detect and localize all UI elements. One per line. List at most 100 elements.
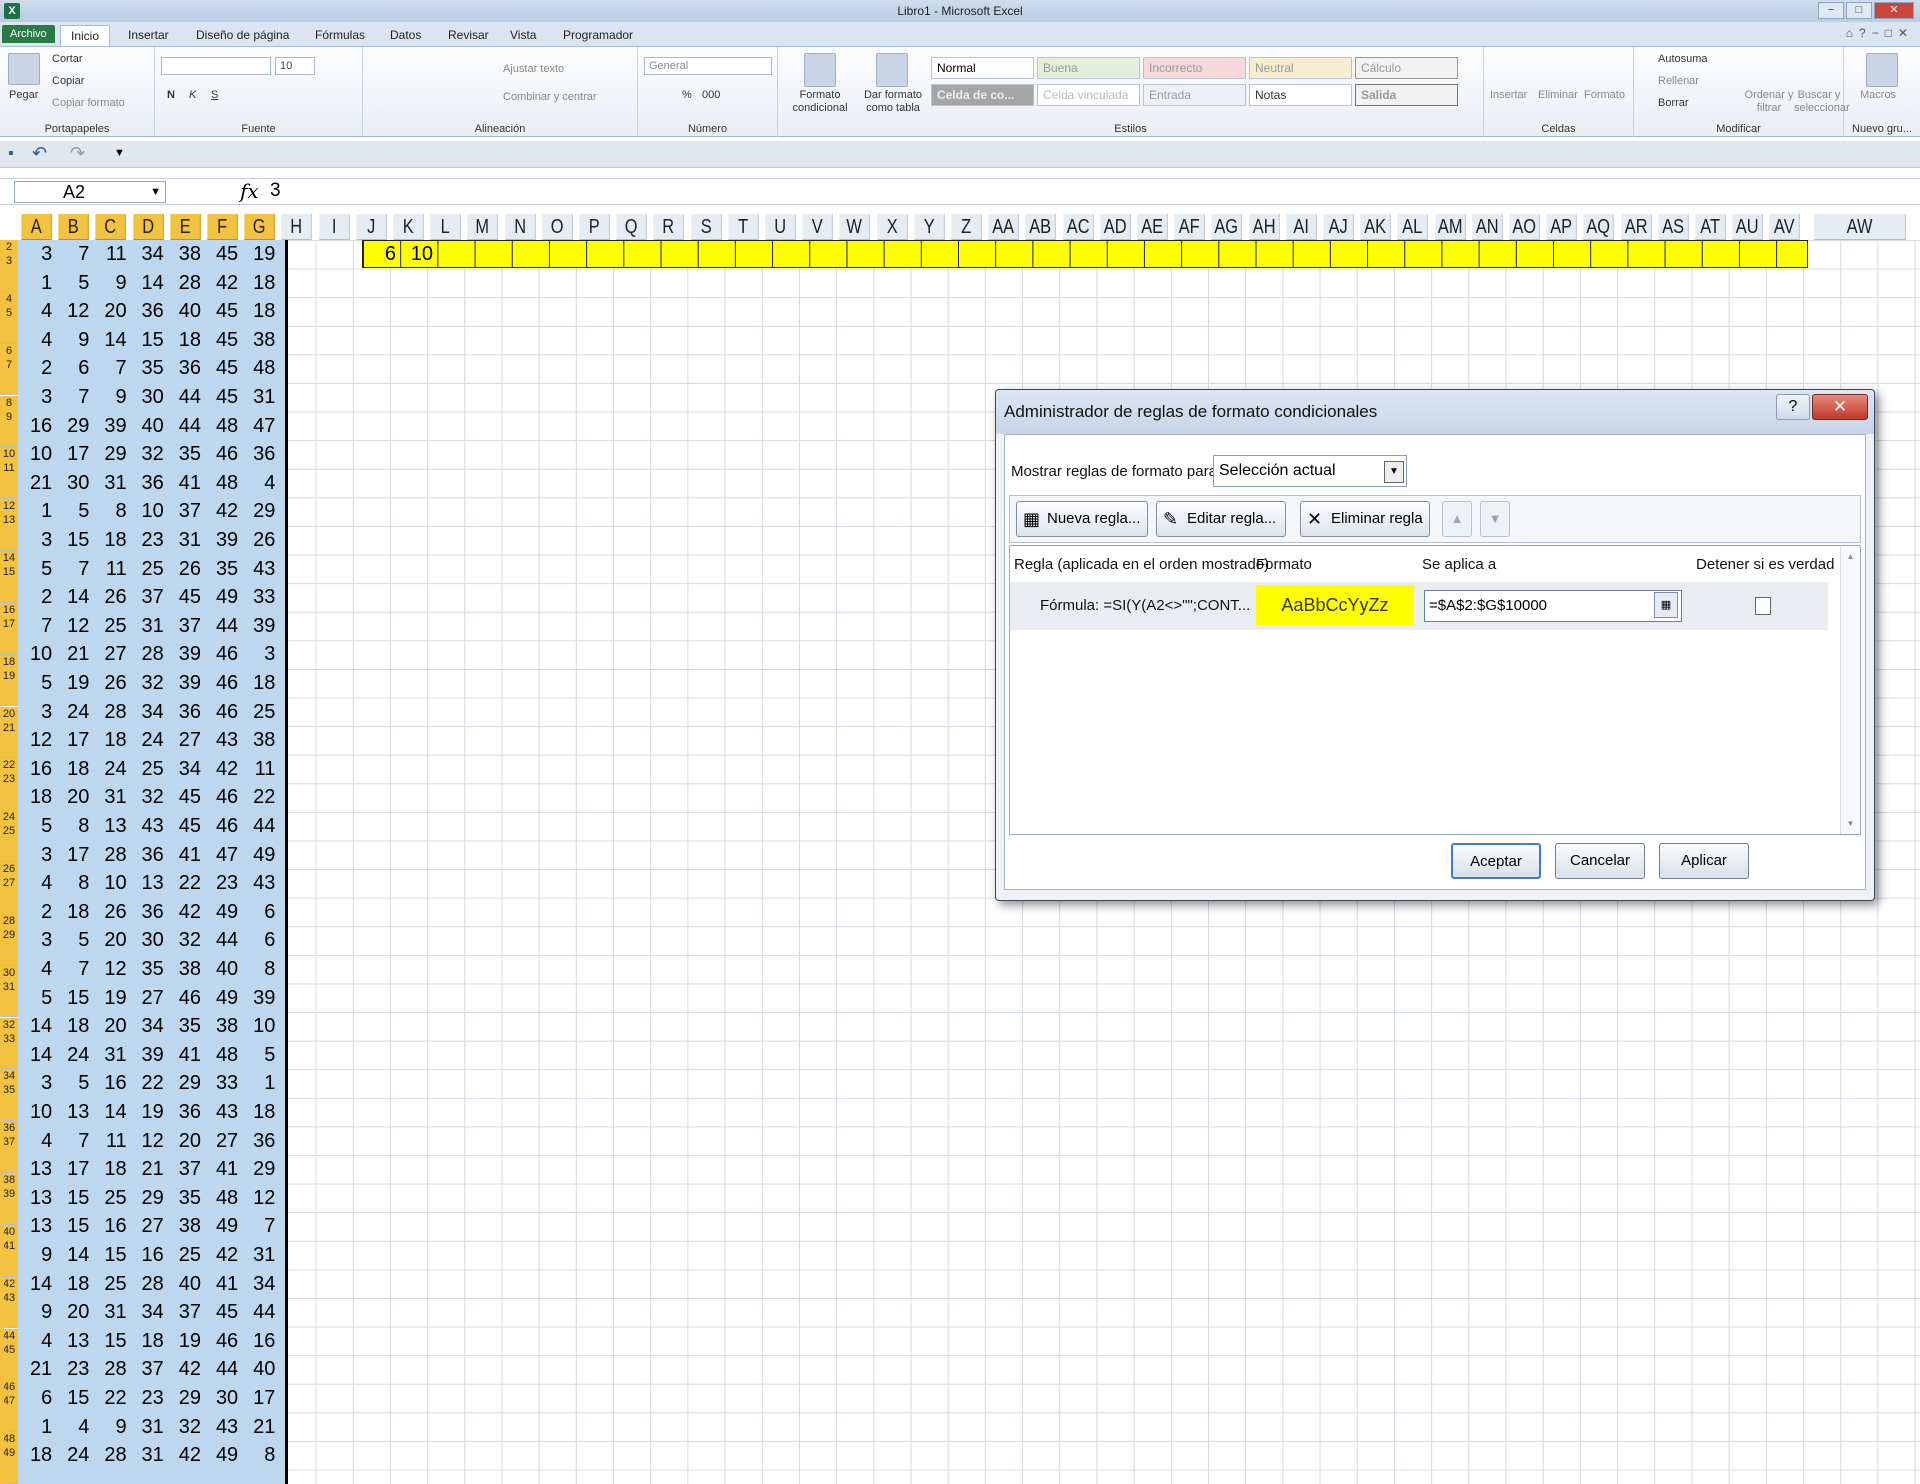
table-cell[interactable]: 31	[92, 783, 129, 811]
table-cell[interactable]: 22	[92, 1384, 129, 1412]
table-cell[interactable]: 44	[167, 412, 204, 440]
column-header[interactable]: X	[876, 214, 908, 240]
column-header[interactable]: Y	[914, 214, 945, 240]
table-cell[interactable]: 17	[55, 726, 92, 754]
table-cell[interactable]: 28	[92, 698, 129, 726]
column-header[interactable]: AD	[1100, 214, 1131, 240]
table-cell[interactable]: 39	[92, 412, 129, 440]
table-cell[interactable]: 36	[130, 297, 167, 325]
table-cell[interactable]: 15	[55, 1212, 92, 1240]
table-cell[interactable]: 39	[204, 526, 241, 554]
style-incorrecto[interactable]: Incorrecto	[1143, 57, 1246, 79]
table-cell[interactable]: 17	[55, 841, 92, 869]
table-cell[interactable]: 35	[167, 440, 204, 468]
row-header[interactable]: 12 13	[0, 499, 18, 551]
table-cell[interactable]: 4	[18, 1327, 55, 1355]
table-cell[interactable]: 29	[241, 1155, 278, 1183]
table-cell[interactable]: 7	[55, 1127, 92, 1155]
column-header[interactable]: B	[58, 214, 90, 240]
table-cell[interactable]: 10	[18, 1098, 55, 1126]
delete-cells-button[interactable]: Eliminar	[1538, 89, 1578, 101]
table-cell[interactable]: 18	[92, 1155, 129, 1183]
table-cell[interactable]: 27	[167, 726, 204, 754]
table-cell[interactable]: 3	[18, 240, 55, 268]
column-header[interactable]: AA	[988, 214, 1020, 240]
style-calculo[interactable]: Cálculo	[1355, 57, 1458, 79]
table-cell[interactable]: 23	[130, 526, 167, 554]
table-cell[interactable]: 49	[204, 583, 241, 611]
column-header[interactable]: U	[765, 214, 796, 240]
table-format-button[interactable]: Dar formato como tabla	[858, 89, 928, 115]
table-cell[interactable]: 27	[92, 640, 129, 668]
delete-rule-button[interactable]: ✕ Eliminar regla	[1300, 501, 1430, 537]
column-header[interactable]: AE	[1137, 214, 1168, 240]
table-cell[interactable]: 27	[130, 1212, 167, 1240]
number-format-box[interactable]: General	[644, 57, 772, 75]
table-cell[interactable]: 46	[167, 984, 204, 1012]
table-cell[interactable]: 45	[204, 1298, 241, 1326]
table-cell[interactable]: 21	[18, 1355, 55, 1383]
table-cell[interactable]: 49	[241, 841, 278, 869]
table-cell[interactable]: 10	[18, 440, 55, 468]
table-cell[interactable]: 5	[55, 1069, 92, 1097]
table-cell[interactable]: 17	[55, 1155, 92, 1183]
column-header[interactable]: E	[170, 214, 201, 240]
table-cell[interactable]: 8	[55, 812, 92, 840]
help-icon[interactable]: ⌂?−□✕	[1846, 26, 1914, 40]
table-cell[interactable]: 9	[92, 383, 129, 411]
column-header[interactable]: S	[690, 214, 722, 240]
format-painter-button[interactable]: Copiar formato	[52, 97, 125, 109]
table-cell[interactable]: 12	[92, 955, 129, 983]
table-cell[interactable]: 5	[18, 555, 55, 583]
table-cell[interactable]: 19	[92, 984, 129, 1012]
table-cell[interactable]: 11	[241, 755, 278, 783]
table-cell[interactable]: 15	[55, 1384, 92, 1412]
table-cell[interactable]: 19	[130, 1098, 167, 1126]
formula-input[interactable]: 3	[270, 180, 281, 202]
conditional-format-button[interactable]: Formato condicional	[788, 89, 852, 115]
table-cell[interactable]: 18	[92, 726, 129, 754]
name-box[interactable]: A2 ▼	[14, 181, 166, 203]
table-cell[interactable]: 26	[92, 669, 129, 697]
table-cell[interactable]: 48	[204, 1184, 241, 1212]
table-cell[interactable]: 21	[241, 1413, 278, 1441]
tab-insertar[interactable]: Insertar	[118, 26, 179, 44]
rules-scrollbar[interactable]: ▲ ▼	[1840, 546, 1860, 834]
table-cell[interactable]: 28	[167, 269, 204, 297]
table-cell[interactable]: 19	[241, 240, 278, 268]
table-cell[interactable]: 3	[18, 383, 55, 411]
table-cell[interactable]: 46	[204, 640, 241, 668]
column-header[interactable]: F	[207, 214, 238, 240]
table-cell[interactable]: 12	[55, 297, 92, 325]
table-cell[interactable]: 5	[18, 984, 55, 1012]
table-cell[interactable]: 49	[204, 1212, 241, 1240]
table-cell[interactable]: 26	[92, 898, 129, 926]
table-cell[interactable]: 42	[204, 755, 241, 783]
table-cell[interactable]: 7	[92, 354, 129, 382]
tab-programador[interactable]: Programador	[553, 26, 643, 44]
table-cell[interactable]: 29	[130, 1184, 167, 1212]
table-cell[interactable]: 31	[130, 1413, 167, 1441]
cut-button[interactable]: Cortar	[52, 53, 83, 65]
table-cell[interactable]: 37	[130, 583, 167, 611]
table-cell[interactable]: 39	[241, 984, 278, 1012]
table-cell[interactable]: 26	[241, 526, 278, 554]
table-cell[interactable]: 13	[18, 1212, 55, 1240]
table-cell[interactable]: 15	[55, 1184, 92, 1212]
table-cell[interactable]: 9	[55, 326, 92, 354]
table-cell[interactable]: 15	[130, 326, 167, 354]
column-header[interactable]: AF	[1174, 214, 1206, 240]
tab-diseno[interactable]: Diseño de página	[186, 26, 299, 44]
table-cell[interactable]: 24	[130, 726, 167, 754]
table-cell[interactable]: 36	[130, 841, 167, 869]
row-header[interactable]: 14 15	[0, 551, 18, 603]
table-cell[interactable]: 44	[241, 812, 278, 840]
autosum-button[interactable]: Autosuma	[1658, 53, 1708, 65]
chevron-down-icon[interactable]: ▼	[1384, 461, 1404, 483]
table-cell[interactable]: 29	[241, 497, 278, 525]
column-header[interactable]: AU	[1732, 214, 1764, 240]
find-select-button[interactable]: Buscar y seleccionar	[1794, 89, 1850, 115]
table-cell[interactable]: 4	[18, 326, 55, 354]
table-cell[interactable]: 17	[55, 440, 92, 468]
table-cell[interactable]: 33	[241, 583, 278, 611]
